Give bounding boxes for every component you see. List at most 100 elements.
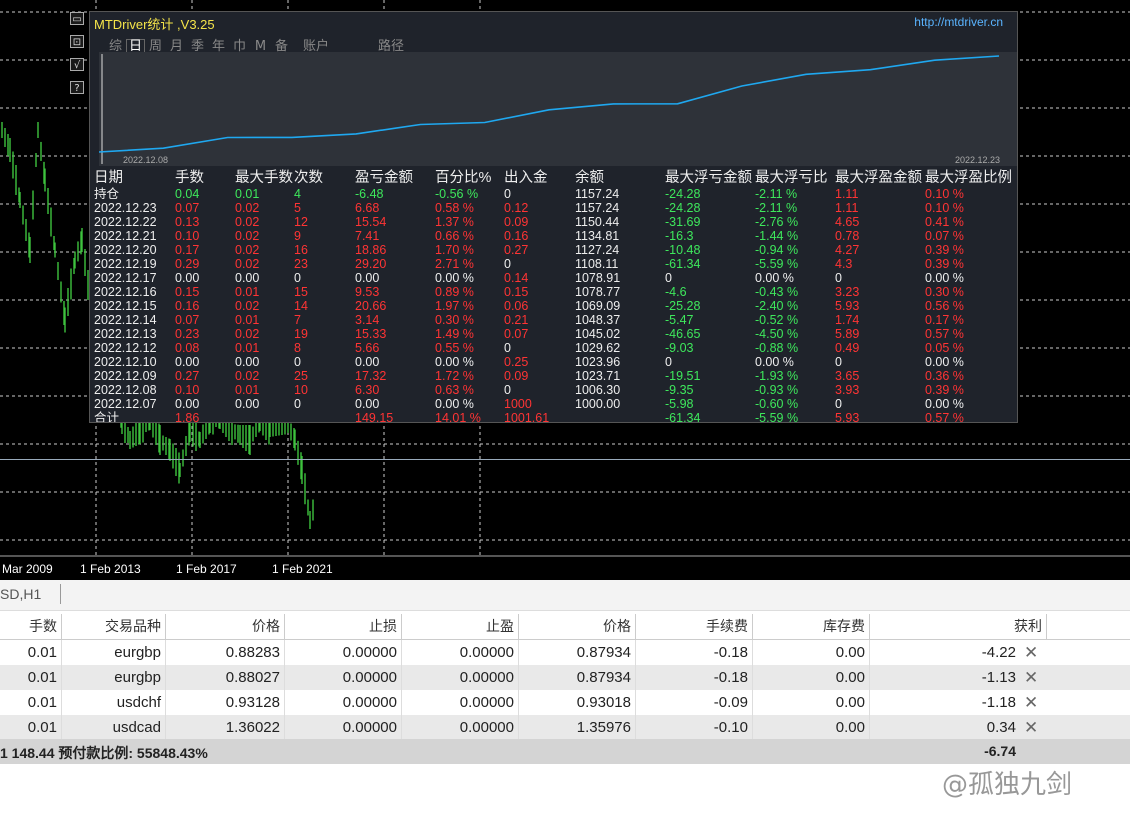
stats-cell: 1.49 % (435, 327, 474, 341)
stats-cell: 0.07 (175, 201, 200, 215)
stats-cell: 1127.24 (575, 243, 620, 257)
stats-cell: 0.00 % (925, 397, 964, 411)
stats-cell: 1.11 (835, 201, 859, 215)
orders-header-cell[interactable]: 止损 (285, 614, 402, 639)
stats-cell: 1.86 (175, 411, 200, 423)
stats-cell: 0.00 (355, 397, 380, 411)
order-cell: 0.01 (0, 715, 62, 740)
stats-cell: -2.11 % (755, 201, 798, 215)
stats-cell: 23 (294, 257, 308, 271)
stats-cell: 0.17 (175, 243, 200, 257)
close-order-icon[interactable]: ✕ (1024, 690, 1038, 715)
stats-cell: 0 (504, 257, 511, 271)
minimize-icon[interactable]: ▭ (70, 12, 84, 25)
stats-cell: 0.14 (504, 271, 529, 285)
orders-header-cell[interactable]: 交易品种 (62, 614, 166, 639)
orders-header-cell[interactable]: 价格 (519, 614, 636, 639)
stats-cell: 0.49 (835, 341, 860, 355)
stats-cell: 0 (835, 397, 842, 411)
order-row[interactable]: 0.01 eurgbp 0.88027 0.00000 0.00000 0.87934 -0… (0, 665, 1130, 690)
balance-margin-level: 1 148.44 预付款比例: 55848.43% (0, 745, 208, 761)
stats-cell: 0.89 % (435, 285, 474, 299)
stats-cell: 1134.81 (575, 229, 620, 243)
stats-cell: -4.50 % (755, 327, 799, 341)
close-order-icon[interactable]: ✕ (1024, 665, 1038, 690)
check-icon[interactable]: √ (70, 58, 84, 71)
help-icon[interactable]: ? (70, 81, 84, 94)
stats-cell: 3.14 (355, 313, 380, 327)
order-cell: -4.22 (981, 644, 1016, 661)
stats-cell: 0 (294, 355, 301, 369)
stats-cell: 4 (294, 187, 301, 201)
order-cell: 0.00000 (285, 715, 402, 740)
orders-header-cell[interactable]: 止盈 (402, 614, 519, 639)
order-cell: 0.87934 (519, 640, 636, 665)
order-row[interactable]: 0.01 usdcad 1.36022 0.00000 0.00000 1.35976 -0… (0, 715, 1130, 740)
stats-cell: 0.01 (235, 285, 260, 299)
order-cell: 0.01 (0, 665, 62, 690)
total-profit: -6.74 (984, 743, 1016, 759)
close-order-icon[interactable]: ✕ (1024, 640, 1038, 665)
equity-line (98, 55, 1000, 153)
stats-cell: 0.02 (235, 243, 260, 257)
stats-cell: -0.88 % (755, 341, 799, 355)
order-row[interactable]: 0.01 eurgbp 0.88283 0.00000 0.00000 0.87934 -0… (0, 640, 1130, 665)
stats-cell: 2022.12.19 (94, 257, 157, 271)
stats-cell: -0.93 % (755, 383, 799, 397)
stats-cell: 25 (294, 369, 308, 383)
tab-divider (60, 584, 61, 604)
equity-start-date: 2022.12.08 (123, 155, 169, 165)
stats-cell: 0.00 (235, 397, 260, 411)
stats-cell: 14 (294, 299, 308, 313)
stats-cell: 0.39 % (925, 243, 964, 257)
stats-cell: 0.07 (175, 313, 200, 327)
stats-cell: 0 (504, 341, 511, 355)
stats-cell: 12 (294, 215, 308, 229)
stats-cell: 0.00 % (925, 355, 964, 369)
order-cell: 0.00000 (285, 640, 402, 665)
stats-cell: 0.02 (235, 229, 260, 243)
stats-cell: 1.70 % (435, 243, 474, 257)
stats-cell: 0 (294, 271, 301, 285)
stats-cell: 0.09 (504, 369, 529, 383)
orders-header-cell[interactable]: 获利 (870, 614, 1047, 639)
close-order-icon[interactable]: ✕ (1024, 715, 1038, 740)
stats-cell: 1.11 (835, 187, 859, 201)
stats-cell: 15 (294, 285, 308, 299)
symbol-tab[interactable]: SD,H1 (0, 586, 41, 602)
stats-cell: 1078.91 (575, 271, 621, 285)
panel-url-link[interactable]: http://mtdriver.cn (914, 15, 1003, 29)
orders-table: 手数 交易品种 价格 止损 止盈 价格 手续费 库存费 获利 0.01 eurgbp 0.88283 0… (0, 614, 1130, 740)
stats-cell: 0.08 (175, 341, 200, 355)
stats-header-cell: 最大浮亏金额 (665, 170, 752, 186)
order-cell: usdchf (62, 690, 166, 715)
stats-cell: 0.07 % (925, 229, 964, 243)
time-axis-label: 1 Feb 2021 (272, 562, 333, 576)
stats-cell: -0.52 % (755, 313, 799, 327)
equity-end-date: 2022.12.23 (955, 155, 1001, 165)
stats-cell: 6.68 (355, 201, 380, 215)
orders-header-cell[interactable]: 库存费 (753, 614, 870, 639)
stats-cell: 0.17 % (925, 313, 964, 327)
order-row[interactable]: 0.01 usdchf 0.93128 0.00000 0.00000 0.93018 -0… (0, 690, 1130, 715)
stats-cell: -1.93 % (755, 369, 799, 383)
stats-cell: 0.57 % (925, 411, 964, 423)
orders-header-cell[interactable]: 价格 (166, 614, 285, 639)
stats-cell: -0.43 % (755, 285, 799, 299)
stats-cell: 0.41 % (925, 215, 964, 229)
stats-cell: 0.00 (355, 355, 380, 369)
restore-icon[interactable]: ⊡ (70, 35, 84, 48)
stats-cell: 1.74 (835, 313, 860, 327)
stats-cell: 0.04 (175, 187, 200, 201)
stats-cell: 1.72 % (435, 369, 474, 383)
time-axis-label: 1 Feb 2013 (80, 562, 141, 576)
stats-cell: 9.53 (355, 285, 380, 299)
price-chart-area[interactable]: Mar 2009 1 Feb 2013 1 Feb 2017 1 Feb 2021 ▭… (0, 0, 1130, 580)
order-cell: 0.87934 (519, 665, 636, 690)
orders-header-cell[interactable]: 手续费 (636, 614, 753, 639)
stats-cell: 0 (504, 383, 511, 397)
stats-header-cell: 次数 (294, 170, 323, 186)
stats-cell: 0.23 (175, 327, 200, 341)
stats-cell: 1029.62 (575, 341, 621, 355)
orders-header-cell[interactable]: 手数 (0, 614, 62, 639)
